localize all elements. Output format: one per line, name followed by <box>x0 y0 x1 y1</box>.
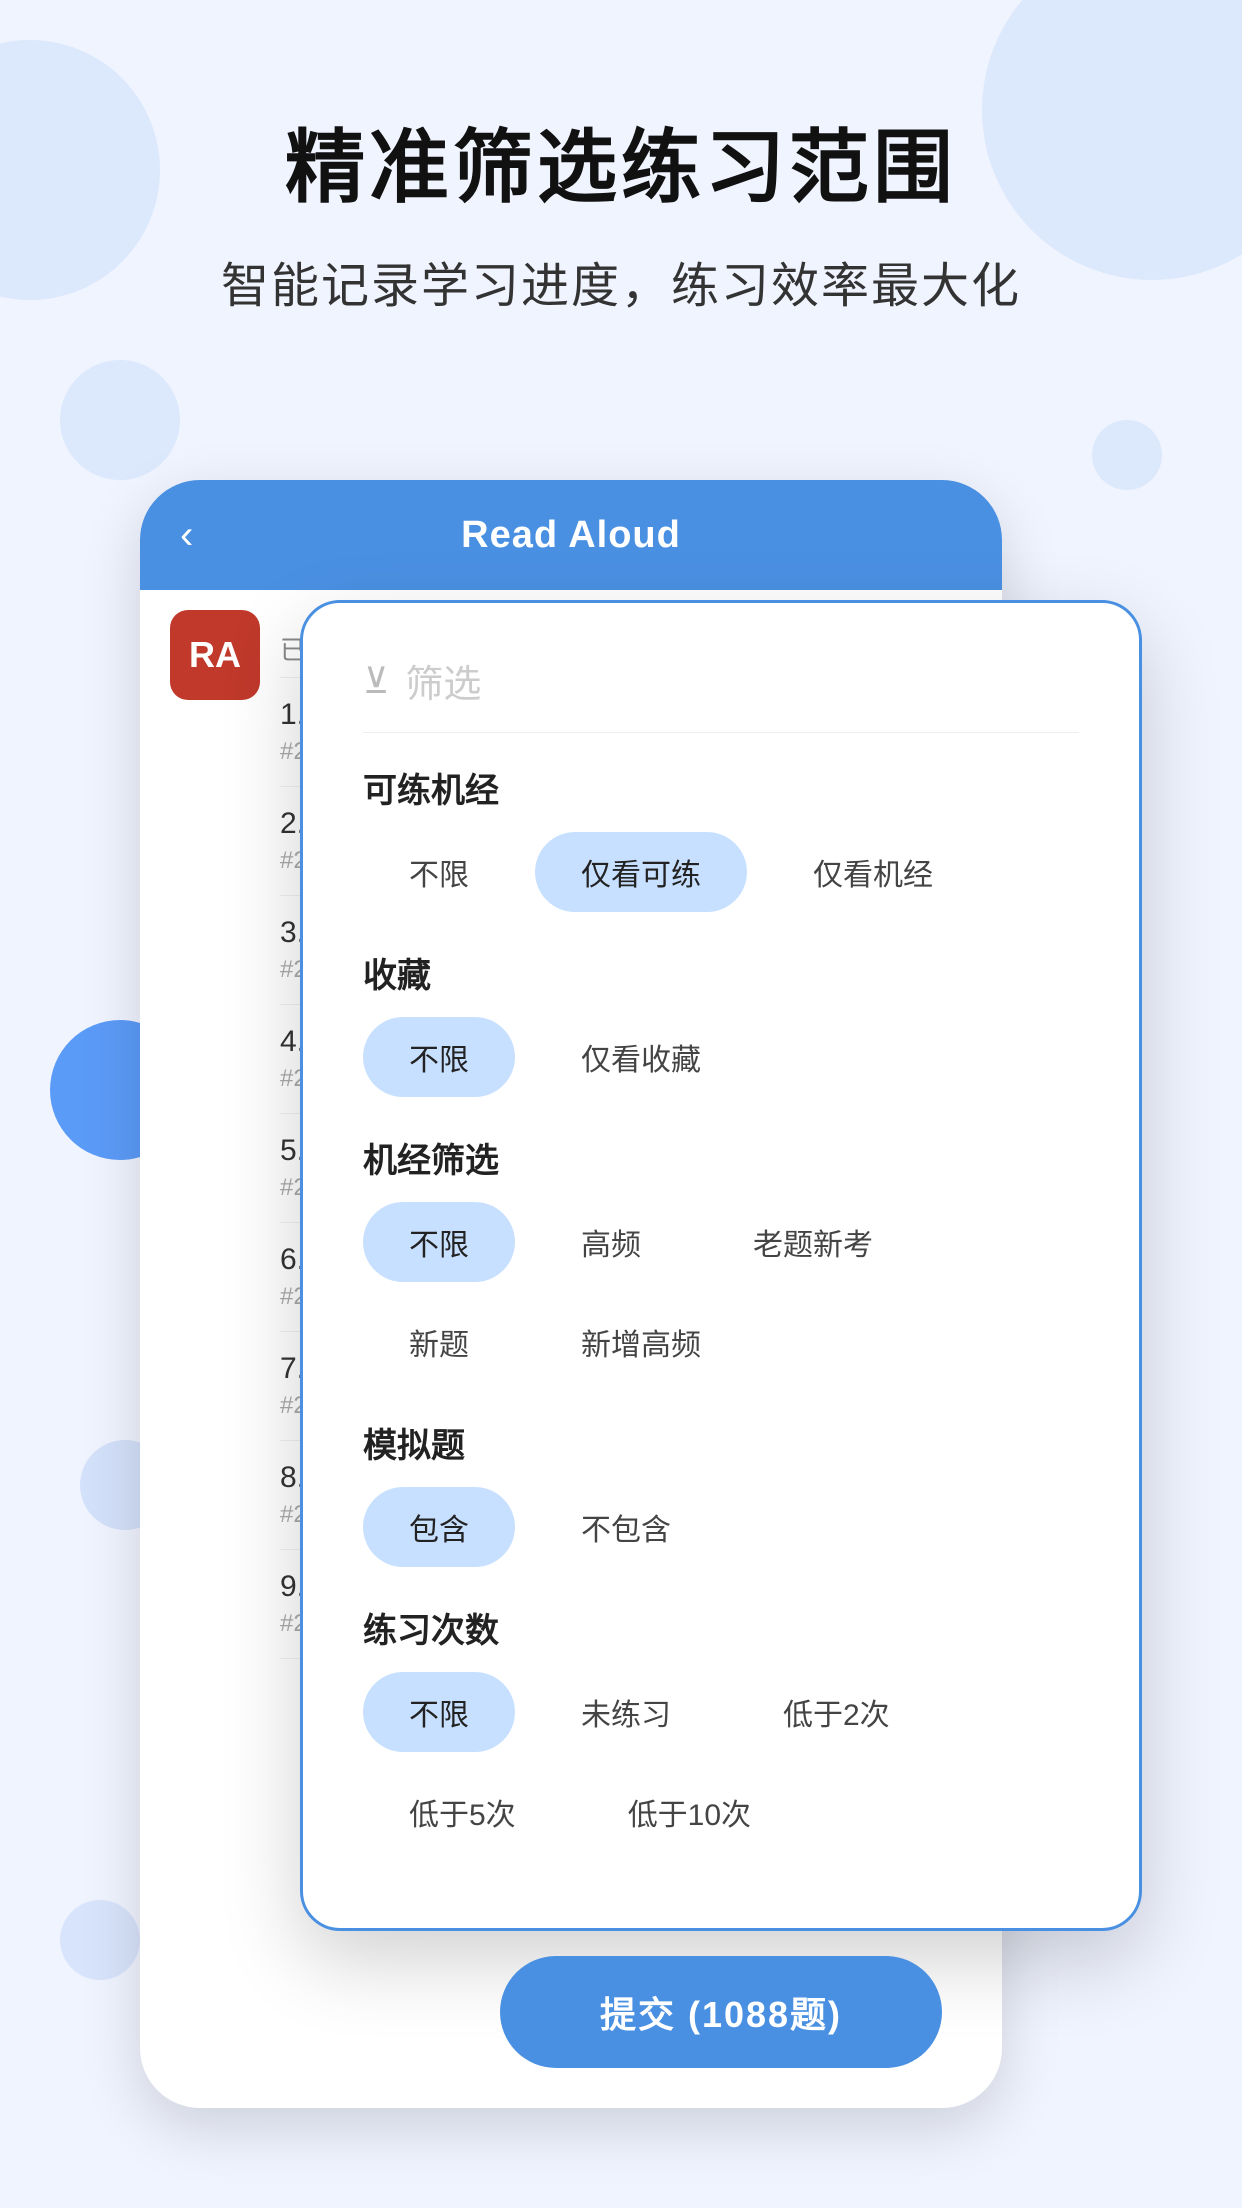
filter-btn-unlimited4[interactable]: 不限 <box>363 1672 515 1752</box>
filter-label-keljijing: 可练机经 <box>363 763 1079 812</box>
filter-btn-less2[interactable]: 低于2次 <box>737 1672 936 1752</box>
filter-title-label: 筛选 <box>405 653 481 708</box>
filter-options-favorite: 不限 仅看收藏 <box>363 1017 1079 1097</box>
filter-btn-unlimited3[interactable]: 不限 <box>363 1202 515 1282</box>
filter-btn-unpracticed[interactable]: 未练习 <box>535 1672 717 1752</box>
phone-title: Read Aloud <box>461 514 681 557</box>
filter-options-jijing: 不限 高频 老题新考 新题 新增高频 <box>363 1202 1079 1382</box>
page-header: 精准筛选练习范围 智能记录学习进度，练习效率最大化 <box>0 120 1242 316</box>
filter-btn-unlimited1[interactable]: 不限 <box>363 832 515 912</box>
filter-btn-less5[interactable]: 低于5次 <box>363 1772 562 1852</box>
filter-btn-only-ke[interactable]: 仅看可练 <box>535 832 747 912</box>
filter-label-moni: 模拟题 <box>363 1418 1079 1467</box>
submit-button-area: 提交 (1088题) <box>300 1956 1142 2068</box>
page-title: 精准筛选练习范围 <box>0 120 1242 216</box>
filter-section-count: 练习次数 不限 未练习 低于2次 低于5次 低于10次 <box>363 1603 1079 1852</box>
filter-btn-exclude[interactable]: 不包含 <box>535 1487 717 1567</box>
filter-header: ⊻ 筛选 <box>363 653 1079 733</box>
filter-btn-less10[interactable]: 低于10次 <box>582 1772 797 1852</box>
phone-header: ‹ Read Aloud <box>140 480 1002 590</box>
submit-button[interactable]: 提交 (1088题) <box>500 1956 942 2068</box>
filter-btn-xinzengpinv[interactable]: 新增高频 <box>535 1302 747 1382</box>
filter-btn-only-jijing[interactable]: 仅看机经 <box>767 832 979 912</box>
filter-btn-only-fav[interactable]: 仅看收藏 <box>535 1017 747 1097</box>
filter-options-moni: 包含 不包含 <box>363 1487 1079 1567</box>
filter-btn-xinti[interactable]: 新题 <box>363 1302 515 1382</box>
filter-section-keljijing: 可练机经 不限 仅看可练 仅看机经 <box>363 763 1079 912</box>
phone-area: ‹ Read Aloud RA 已选题目 0 1. Book ch... #21… <box>140 480 1102 2168</box>
bg-circle-small-right <box>1092 420 1162 490</box>
page-subtitle: 智能记录学习进度，练习效率最大化 <box>0 246 1242 316</box>
bg-circle-small-left <box>60 360 180 480</box>
filter-section-jijing: 机经筛选 不限 高频 老题新考 新题 新增高频 <box>363 1133 1079 1382</box>
back-button[interactable]: ‹ <box>180 513 193 558</box>
filter-label-jijing: 机经筛选 <box>363 1133 1079 1182</box>
filter-icon: ⊻ <box>363 660 389 702</box>
filter-btn-unlimited2[interactable]: 不限 <box>363 1017 515 1097</box>
bg-circle-bottom-left <box>60 1900 140 1980</box>
filter-label-favorite: 收藏 <box>363 948 1079 997</box>
filter-section-moni: 模拟题 包含 不包含 <box>363 1418 1079 1567</box>
filter-btn-include[interactable]: 包含 <box>363 1487 515 1567</box>
ra-badge: RA <box>170 610 260 700</box>
filter-label-count: 练习次数 <box>363 1603 1079 1652</box>
filter-btn-laotixinkao[interactable]: 老题新考 <box>707 1202 919 1282</box>
filter-btn-gaopinv[interactable]: 高频 <box>535 1202 687 1282</box>
filter-section-favorite: 收藏 不限 仅看收藏 <box>363 948 1079 1097</box>
filter-options-keljijing: 不限 仅看可练 仅看机经 <box>363 832 1079 912</box>
filter-options-count: 不限 未练习 低于2次 低于5次 低于10次 <box>363 1672 1079 1852</box>
filter-modal: ⊻ 筛选 可练机经 不限 仅看可练 仅看机经 收藏 不限 仅看收藏 机经筛选 不… <box>300 600 1142 1931</box>
